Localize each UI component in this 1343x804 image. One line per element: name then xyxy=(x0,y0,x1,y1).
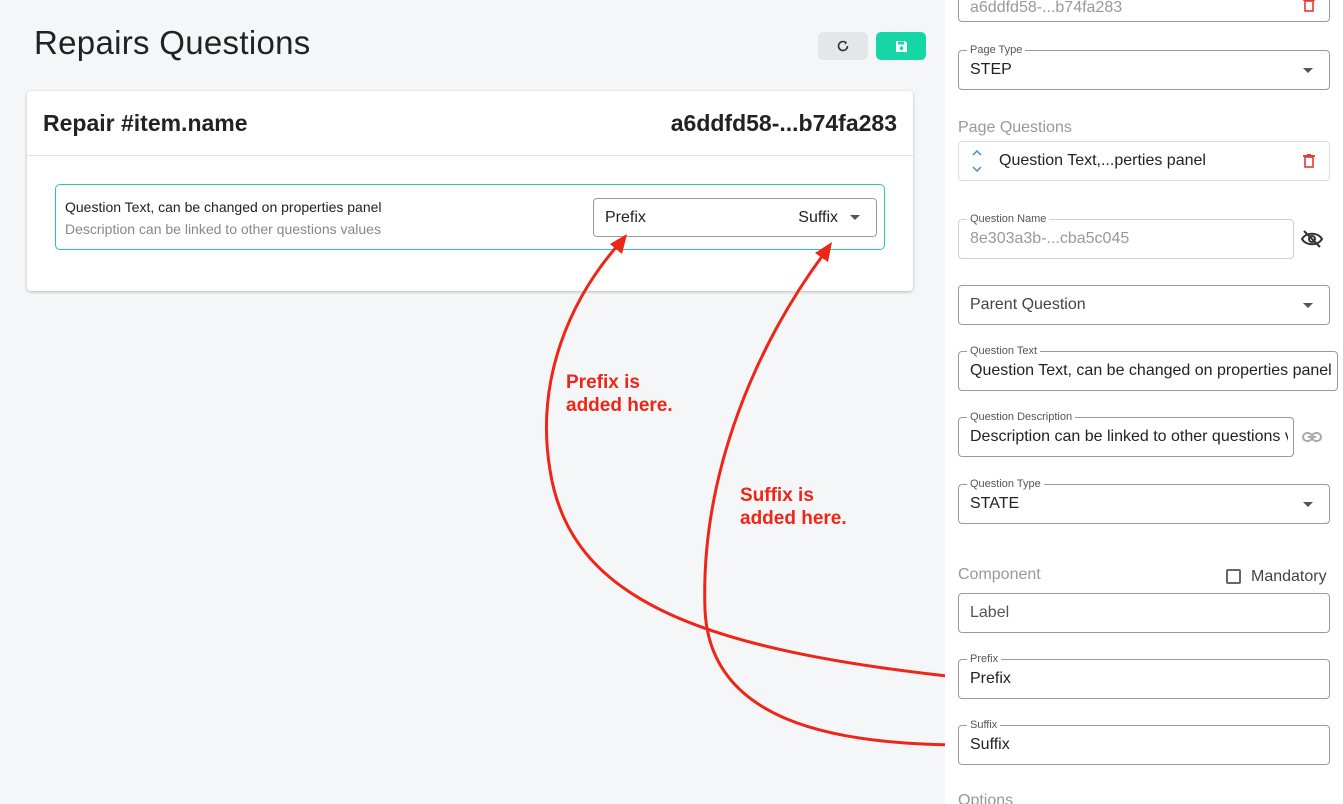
chevron-down-icon xyxy=(1303,68,1313,73)
question-name-value: 8e303a3b-...cba5c045 xyxy=(970,230,1130,247)
delete-icon[interactable] xyxy=(1303,154,1315,168)
page-question-text: Question Text,...perties panel xyxy=(999,152,1206,169)
question-name-label: Question Name xyxy=(967,212,1050,226)
prefix-field[interactable]: Prefix Prefix xyxy=(958,652,1330,699)
question-text-field[interactable]: Question Text Question Text, can be chan… xyxy=(958,344,1338,391)
question-name-field[interactable]: Question Name 8e303a3b-...cba5c045 xyxy=(958,212,1294,259)
page-questions-label: Page Questions xyxy=(958,119,1072,136)
select-suffix: Suffix xyxy=(798,209,838,226)
mandatory-checkbox[interactable] xyxy=(1226,569,1241,584)
page-title: Repairs Questions xyxy=(34,24,311,61)
page-question-item[interactable]: Question Text,...perties panel xyxy=(958,141,1330,181)
question-description: Description can be linked to other quest… xyxy=(65,221,381,237)
save-button[interactable] xyxy=(876,32,926,60)
suffix-field[interactable]: Suffix Suffix xyxy=(958,718,1330,765)
question-type-label: Question Type xyxy=(967,477,1044,491)
suffix-field-value: Suffix xyxy=(970,736,1010,753)
prefix-arrow xyxy=(545,244,966,680)
page-type-select[interactable]: Page Type STEP xyxy=(958,43,1330,90)
select-prefix: Prefix xyxy=(605,209,646,226)
save-icon xyxy=(895,40,907,52)
suffix-field-label: Suffix xyxy=(967,718,1001,732)
component-label: Component xyxy=(958,566,1041,583)
repair-card: Repair #item.name a6ddfd58-...b74fa283 Q… xyxy=(27,91,913,291)
question-type-value: STATE xyxy=(970,495,1020,512)
label-field[interactable]: Label xyxy=(958,593,1330,633)
question-type-select[interactable]: Question Type STATE xyxy=(958,477,1330,524)
prefix-annotation-line2: added here. xyxy=(566,395,673,416)
question-description-label: Question Description xyxy=(967,410,1076,424)
chevron-down-icon xyxy=(1303,303,1313,308)
refresh-button[interactable] xyxy=(818,32,868,60)
prefix-annotation-line1: Prefix is xyxy=(566,372,640,393)
link-icon[interactable] xyxy=(1300,425,1324,449)
prefix-field-value: Prefix xyxy=(970,670,1011,687)
page-id-value: a6ddfd58-...b74fa283 xyxy=(970,0,1123,16)
label-placeholder: Label xyxy=(970,604,1010,621)
parent-question-value: Parent Question xyxy=(970,296,1086,313)
card-title: Repair #item.name xyxy=(43,109,248,136)
reorder-icon[interactable] xyxy=(971,147,983,175)
question-description-value: Description can be linked to other quest… xyxy=(970,428,1288,445)
page-type-value: STEP xyxy=(970,61,1012,78)
question-text-value: Question Text, can be changed on propert… xyxy=(970,362,1332,379)
suffix-annotation-line1: Suffix is xyxy=(740,485,814,506)
properties-panel: a6ddfd58-...b74fa283 Page Type STEP Page… xyxy=(945,0,1343,804)
visibility-off-icon[interactable] xyxy=(1300,227,1324,251)
suffix-annotation: Suffix is added here. xyxy=(740,484,847,530)
question-preview[interactable]: Question Text, can be changed on propert… xyxy=(55,184,885,250)
options-label: Options xyxy=(958,792,1014,804)
suffix-annotation-line2: added here. xyxy=(740,508,847,529)
prefix-annotation: Prefix is added here. xyxy=(566,371,673,417)
delete-icon[interactable] xyxy=(1303,0,1315,12)
parent-question-select[interactable]: Parent Question xyxy=(958,285,1330,325)
mandatory-label: Mandatory xyxy=(1251,568,1327,585)
question-text-label: Question Text xyxy=(967,344,1041,358)
card-id: a6ddfd58-...b74fa283 xyxy=(670,109,897,136)
question-description-field[interactable]: Question Description Description can be … xyxy=(958,410,1294,457)
question-select[interactable]: Prefix Suffix xyxy=(593,198,877,237)
page-type-label: Page Type xyxy=(967,43,1026,57)
chevron-down-icon xyxy=(1303,502,1313,507)
refresh-icon xyxy=(837,40,849,52)
chevron-down-icon xyxy=(850,215,860,220)
question-text: Question Text, can be changed on propert… xyxy=(65,199,382,215)
prefix-field-label: Prefix xyxy=(967,652,1002,666)
card-header: Repair #item.name a6ddfd58-...b74fa283 xyxy=(27,91,913,156)
page-id-field[interactable]: a6ddfd58-...b74fa283 xyxy=(958,0,1330,22)
